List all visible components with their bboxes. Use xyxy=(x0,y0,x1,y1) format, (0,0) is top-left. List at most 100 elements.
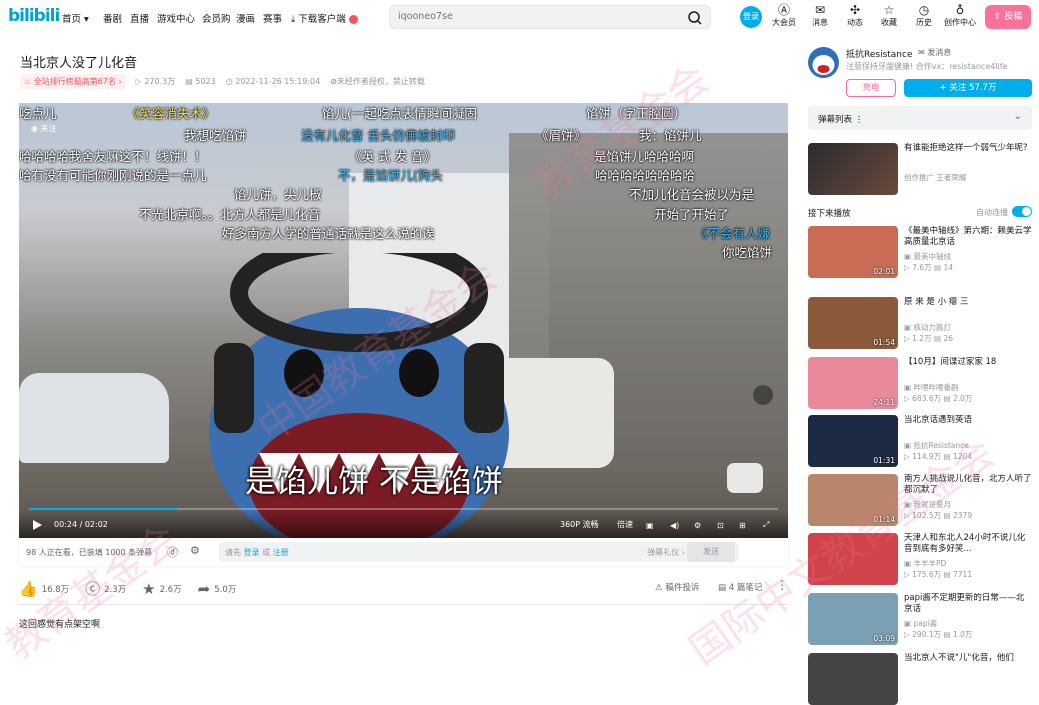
rec-title[interactable]: 天津人和东北人24小时不说儿化音到底有多好笑... xyxy=(904,533,1032,555)
favorites-entry[interactable]: ☆ 收藏 xyxy=(875,3,903,28)
note-icon: ▤ xyxy=(718,583,729,593)
thumb-up-icon: 👍 xyxy=(19,579,38,598)
rec-title[interactable]: 当北京人不说"儿"化音，他们 xyxy=(904,653,1032,664)
danmaku-list-panel[interactable]: 弹幕列表 ⋮ ⌄ xyxy=(808,106,1032,130)
rec-title[interactable]: 原 来 是 小 瘪 三 xyxy=(904,297,1032,308)
message-entry[interactable]: ✉ 消息 xyxy=(806,3,834,28)
ad-title: 有谁能拒绝这样一个弱气少年呢? xyxy=(904,143,1028,153)
history-entry[interactable]: ◷ 历史 xyxy=(910,3,938,28)
nav-manga[interactable]: 漫画 xyxy=(236,11,255,25)
search-input[interactable] xyxy=(398,11,668,22)
rec-uploader[interactable]: ▣ 抵抗Resistance xyxy=(904,440,969,451)
rec-danmaku: 14 xyxy=(943,263,953,272)
share-arrow-icon: ➦ xyxy=(197,579,211,598)
danmaku-count: 5023 xyxy=(195,77,216,86)
nav-bangumi[interactable]: 番剧 xyxy=(103,11,122,25)
nav-home[interactable]: 首页 ▾ xyxy=(62,11,89,25)
rec-uploader[interactable]: ▣ 最美中轴线 xyxy=(904,251,951,262)
send-danmaku-button[interactable]: 发送 xyxy=(687,542,735,562)
danmaku-etiquette-link[interactable]: 弹幕礼仪 › xyxy=(647,547,685,558)
rec-video-card[interactable]: 天津人和东北人24小时不说儿化音到底有多好笑... ▣ 羊羊羊PD ▷ 175.6万… xyxy=(808,533,1032,585)
rec-video-card[interactable]: 03:09 papi酱不定期更新的日常——北京话 ▣ papi酱 ▷ 290.1万 ▤… xyxy=(808,593,1032,645)
danmaku-comment: 我想吃馅饼 xyxy=(184,128,247,143)
share-count: 5.0万 xyxy=(214,584,237,595)
rec-title[interactable]: 《最美中轴线》第六期：赖美云学高质量北京话 xyxy=(904,226,1032,248)
rec-video-card[interactable]: 01:14 南方人挑战说儿化音，北方人听了都沉默了 ▣ 我就是曼月 ▷ 102.5万 … xyxy=(808,474,1032,526)
danmaku-settings-icon[interactable]: ⚙ xyxy=(190,544,200,557)
ad-card[interactable]: 有谁能拒绝这样一个弱气少年呢? 创作推广 王者荣耀 xyxy=(808,143,1032,195)
follow-button[interactable]: + 关注 57.7万 xyxy=(904,79,1032,97)
picture-in-picture-icon[interactable] xyxy=(753,385,773,405)
autoplay-toggle[interactable] xyxy=(1012,206,1032,217)
chevron-down-icon[interactable]: ⌄ xyxy=(1014,111,1022,122)
progress-bar[interactable] xyxy=(29,508,778,510)
rec-video-card[interactable]: 01:31 当北京话遇到英语 ▣ 抵抗Resistance ▷ 114.9万 ▤ 12… xyxy=(808,415,1032,467)
nav-game-center[interactable]: 游戏中心 xyxy=(157,11,195,25)
rec-title[interactable]: 当北京话遇到英语 xyxy=(904,415,1032,426)
settings-icon[interactable]: ⚙ xyxy=(694,521,701,530)
uploader-name[interactable]: 抵抗Resistance xyxy=(846,47,913,60)
report-button[interactable]: ⚠ 稿件投诉 xyxy=(655,581,699,593)
notes-button[interactable]: ▤ 4 篇笔记 xyxy=(718,581,762,593)
rec-video-card[interactable]: 01:54 原 来 是 小 瘪 三 ▣ 核动力路灯 ▷ 1.2万 ▤ 26 xyxy=(808,297,1032,349)
rec-title[interactable]: 【10月】间谍过家家 18 xyxy=(904,357,1032,368)
rec-duration: 03:09 xyxy=(873,634,895,643)
more-options-icon[interactable]: ⋮ xyxy=(776,578,788,592)
danmaku-comment: 不光北京啊。。北方人都是儿化音 xyxy=(139,207,321,222)
widescreen-icon[interactable]: ⊡ xyxy=(717,521,724,530)
favorite-button[interactable]: ★ 2.6万 xyxy=(142,580,181,598)
send-message-link[interactable]: ✉ 发消息 xyxy=(918,47,951,58)
danmaku-toggle-icon[interactable]: ⓓ xyxy=(167,544,178,560)
rec-video-card[interactable]: 24:11 【10月】间谍过家家 18 ▣ 哔哩哔哩番剧 ▷ 683.6万 ▤ 2.0… xyxy=(808,357,1032,409)
creator-center-label: 创作中心 xyxy=(944,18,976,27)
speed-button[interactable]: 倍速 xyxy=(617,519,633,530)
login-button[interactable]: 登录 xyxy=(740,6,762,28)
rec-views: 683.6万 xyxy=(912,394,942,403)
rec-title[interactable]: 南方人挑战说儿化音，北方人听了都沉默了 xyxy=(904,474,1032,496)
uploader-avatar[interactable] xyxy=(808,47,839,78)
rec-uploader[interactable]: ▣ 我就是曼月 xyxy=(904,499,951,510)
web-fullscreen-icon[interactable]: ⊞ xyxy=(739,521,746,530)
rec-duration: 02:01 xyxy=(873,267,895,276)
quality-button[interactable]: 360P 流畅 xyxy=(560,519,599,530)
rec-uploader[interactable]: ▣ 哔哩哔哩番剧 xyxy=(904,382,958,393)
creator-center-entry[interactable]: ♁ 创作中心 xyxy=(942,3,978,28)
rec-uploader[interactable]: ▣ papi酱 xyxy=(904,618,937,629)
play-count-icon: ▷ xyxy=(904,570,913,579)
rec-uploader[interactable]: ▣ 核动力路灯 xyxy=(904,322,951,333)
charge-button[interactable]: 充电 xyxy=(846,79,896,97)
rank-badge[interactable]: ♨ 全站排行榜最高第67名 › xyxy=(20,74,126,89)
play-icon[interactable] xyxy=(31,519,43,531)
nav-download-client[interactable]: ⤓ 下载客户端 xyxy=(291,11,358,25)
share-button[interactable]: ➦ 5.0万 xyxy=(198,580,237,598)
nav-mall[interactable]: 会员购 xyxy=(202,11,231,25)
volume-icon[interactable]: ◀) xyxy=(670,521,679,530)
nav-esports[interactable]: 赛事 xyxy=(263,11,282,25)
rec-video-card[interactable]: 02:01 《最美中轴线》第六期：赖美云学高质量北京话 ▣ 最美中轴线 ▷ 7.6万 … xyxy=(808,226,1032,278)
danmaku-comment: 《不会有人嫌 xyxy=(695,226,771,241)
bilibili-logo[interactable]: bilibili xyxy=(8,6,60,26)
rec-uploader[interactable]: ▣ 羊羊羊PD xyxy=(904,558,946,569)
login-link[interactable]: 登录 xyxy=(244,548,260,557)
autoplay-label: 自动连播 xyxy=(976,208,1008,217)
dynamic-entry[interactable]: ✣ 动态 xyxy=(841,3,869,28)
danmaku-toggle-icon[interactable]: ▣ xyxy=(646,521,654,530)
rec-thumbnail xyxy=(808,533,898,585)
rec-duration: 24:11 xyxy=(873,398,895,407)
fullscreen-icon[interactable]: ⤢ xyxy=(763,520,769,530)
nav-live[interactable]: 直播 xyxy=(130,11,149,25)
search-icon[interactable] xyxy=(686,9,704,27)
coin-button[interactable]: ⓒ 2.3万 xyxy=(85,578,126,599)
like-button[interactable]: 👍 16.8万 xyxy=(19,580,69,598)
rec-video-card[interactable]: 当北京人不说"儿"化音，他们 xyxy=(808,653,1032,705)
vip-entry[interactable]: Ⓐ 大会员 xyxy=(770,3,798,28)
search-box xyxy=(389,5,711,29)
rec-title[interactable]: papi酱不定期更新的日常——北京话 xyxy=(904,593,1032,615)
video-player[interactable]: ◉ 关注 吃点儿 《笑容消失术》 馅儿(一起吃点表情瞬间凝固 馅饼（字正腔圆） … xyxy=(19,103,788,538)
rec-uploader-name: papi酱 xyxy=(913,619,938,628)
register-link[interactable]: 注册 xyxy=(273,548,289,557)
danmaku-input[interactable]: 请先 登录 或 注册 弹幕礼仪 › 发送 xyxy=(219,542,739,562)
upload-button[interactable]: ⇪ 投稿 xyxy=(985,5,1031,29)
star-icon: ☆ xyxy=(883,3,895,17)
player-follow-tag[interactable]: ◉ 关注 xyxy=(31,123,57,134)
